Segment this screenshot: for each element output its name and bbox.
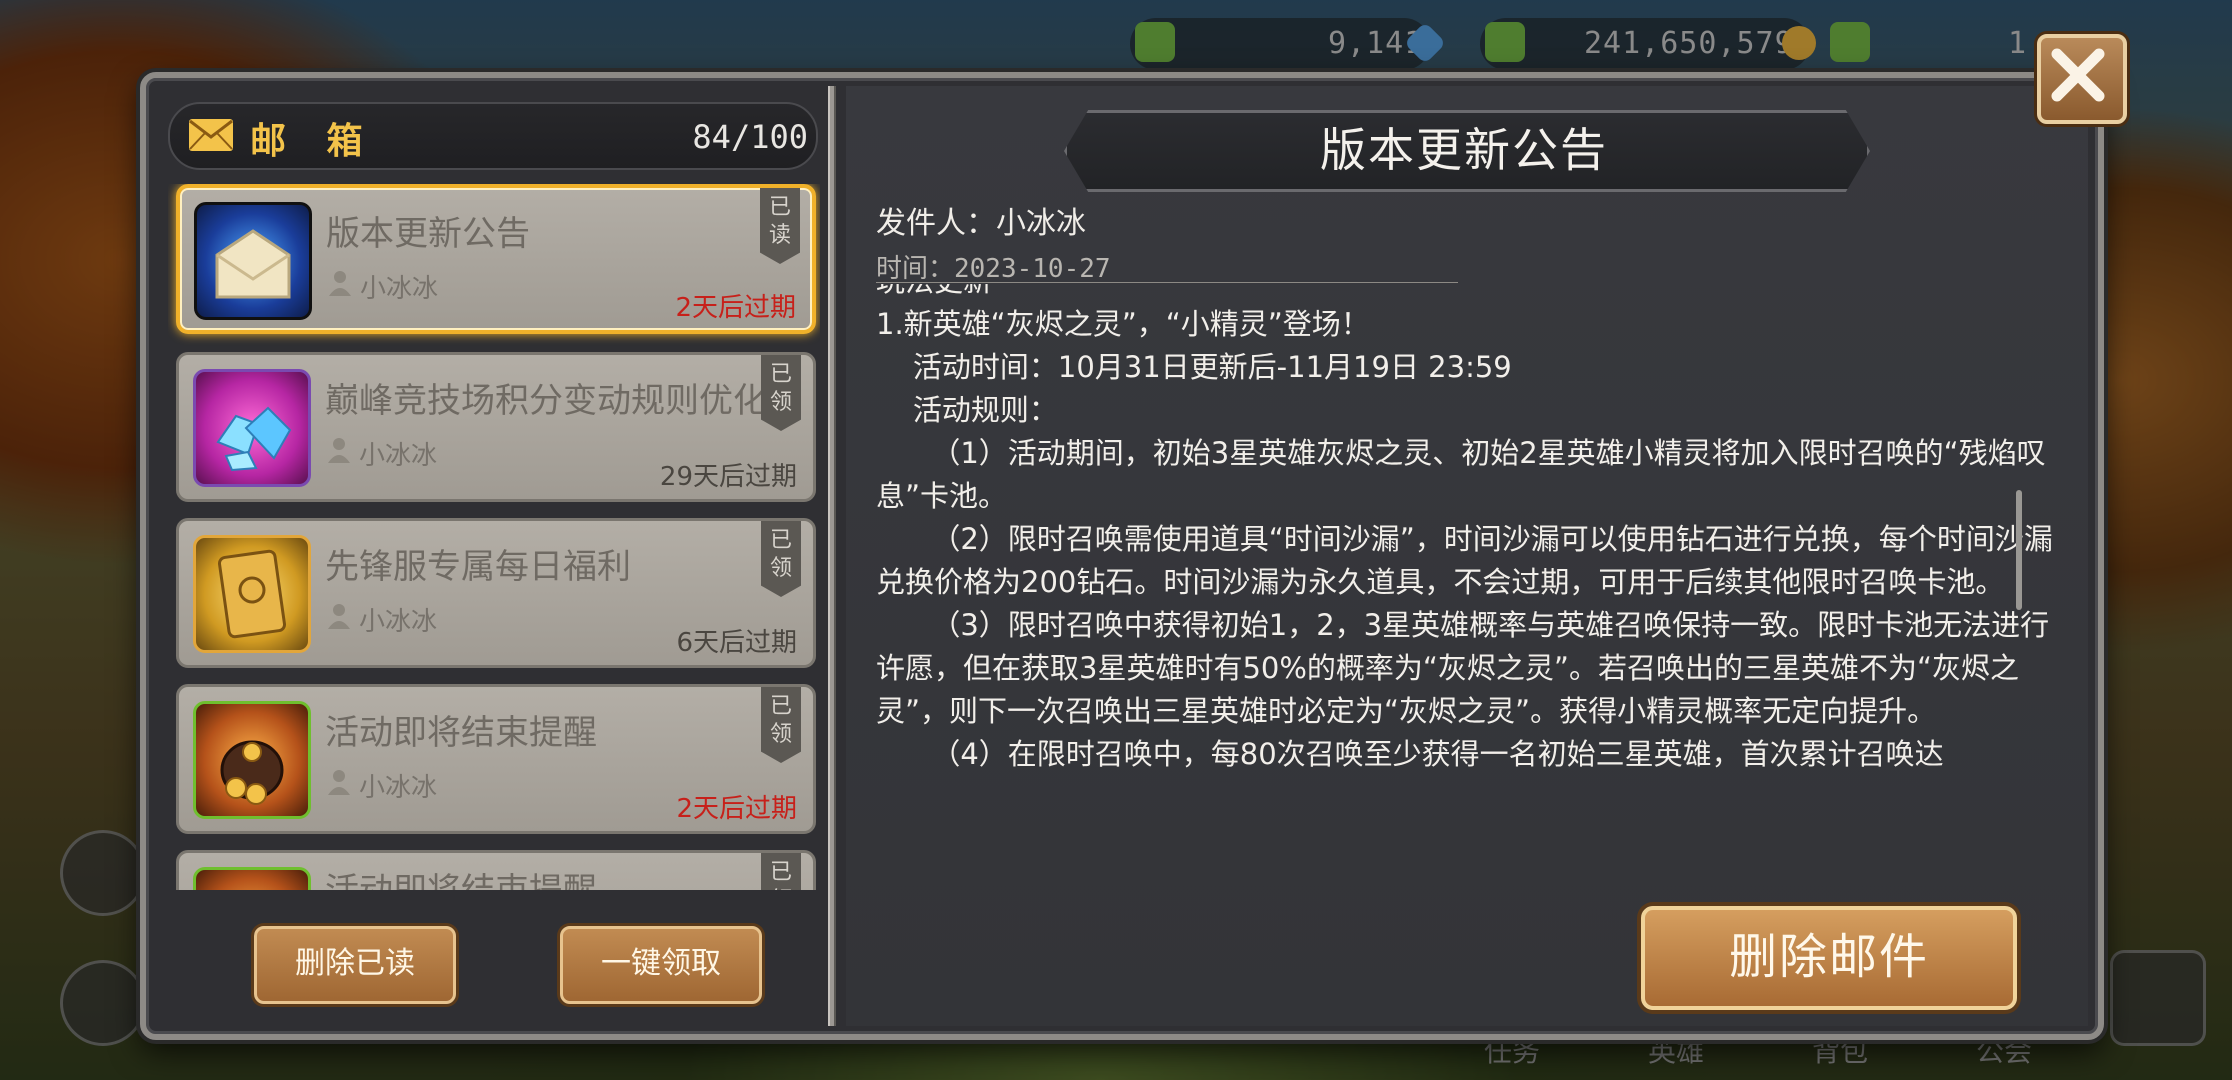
gold-bag-icon xyxy=(193,701,311,819)
gold-bag-icon xyxy=(193,867,311,890)
mail-paragraph: （1）活动期间，初始3星英雄灰烬之灵、初始2星英雄小精灵将加入限时召唤的“残焰叹… xyxy=(876,436,2046,513)
gold-coin-icon xyxy=(1782,26,1816,60)
section-heading: 玩法更新 xyxy=(876,284,2076,303)
claimed-status-badge: 已 领 xyxy=(761,853,801,890)
mail-item-expire: 2天后过期 xyxy=(676,794,797,824)
mail-paragraph: 1.新英雄“灰烬之灵”，“小精灵”登场！ xyxy=(876,307,1370,341)
mailbox-title: 邮 箱 xyxy=(250,121,377,162)
claim-all-button[interactable]: 一键领取 xyxy=(560,926,762,1004)
mail-count: 84/100 xyxy=(692,118,808,156)
sender-icon xyxy=(328,438,350,463)
stamina-amount: 1 xyxy=(2008,26,2028,61)
mail-paragraph: 活动时间：10月31日更新后-11月19日 23:59 xyxy=(876,350,1512,384)
mail-list[interactable]: 版本更新公告 小冰冰 已 读 2天后过期 巅峰竞技场积分变动规则优化 小冰冰 已… xyxy=(168,184,820,890)
mail-list-pane: 邮 箱 84/100 版本更新公告 小冰冰 已 读 2天后过期 巅峰竞技场积分变… xyxy=(158,90,818,1018)
mail-paragraph: （4）在限时召唤中，每80次召唤至少获得一名初始三星英雄，首次累计召唤达 xyxy=(876,737,1944,771)
mail-item-sender: 小冰冰 xyxy=(360,274,439,304)
sender-icon xyxy=(328,604,350,629)
mail-item-expire: 29天后过期 xyxy=(659,462,797,492)
mail-detail-title: 版本更新公告 xyxy=(1320,123,1608,177)
mail-item-arena-rules[interactable]: 巅峰竞技场积分变动规则优化 小冰冰 已 领 29天后过期 xyxy=(176,352,816,502)
next-arrow-icon[interactable] xyxy=(2110,950,2206,1046)
golden-card-icon xyxy=(193,535,311,653)
close-icon xyxy=(2051,48,2105,102)
mail-sender: 发件人：小冰冰 xyxy=(876,206,1086,241)
mail-item-sender: 小冰冰 xyxy=(359,773,438,803)
mail-item-title: 活动即将结束提醒 xyxy=(325,863,765,890)
body-scrollbar[interactable] xyxy=(2016,490,2022,610)
header-divider xyxy=(876,282,1458,283)
mail-item-event-ending[interactable]: 活动即将结束提醒 小冰冰 已 领 2天后过期 xyxy=(176,684,816,834)
mail-body[interactable]: 玩法更新 1.新英雄“灰烬之灵”，“小精灵”登场！ 活动时间：10月31日更新后… xyxy=(876,284,2076,944)
mail-item-title: 活动即将结束提醒 xyxy=(325,713,597,753)
read-status-badge: 已 读 xyxy=(760,188,800,264)
mail-paragraph: （2）限时召唤需使用道具“时间沙漏”，时间沙漏可以使用钻石进行兑换，每个时间沙漏… xyxy=(876,522,2053,599)
mail-item-expire: 2天后过期 xyxy=(675,293,796,323)
mail-item-title: 版本更新公告 xyxy=(326,214,530,254)
mail-paragraph: 活动规则： xyxy=(876,393,1058,427)
mail-item-sender: 小冰冰 xyxy=(359,441,438,471)
mail-item-event-ending-2[interactable]: 活动即将结束提醒 已 领 xyxy=(176,850,816,890)
claimed-status-badge: 已 领 xyxy=(761,687,801,763)
add-stamina-icon[interactable] xyxy=(1830,22,1870,62)
mail-detail-pane: 版本更新公告 发件人：小冰冰 时间：2023-10-27 玩法更新 1.新英雄“… xyxy=(846,86,2088,1026)
mail-item-title: 先锋服专属每日福利 xyxy=(325,547,631,587)
sender-icon xyxy=(328,770,350,795)
claimed-status-badge: 已 领 xyxy=(761,521,801,597)
mail-paragraph: （3）限时召唤中获得初始1，2，3星英雄概率与英雄召唤保持一致。限时卡池无法进行… xyxy=(876,608,2050,728)
chat-icon[interactable] xyxy=(60,960,146,1046)
delete-read-button[interactable]: 删除已读 xyxy=(254,926,456,1004)
mailbox-dialog: 邮 箱 84/100 版本更新公告 小冰冰 已 读 2天后过期 巅峰竞技场积分变… xyxy=(140,72,2104,1040)
mail-shortcut-icon[interactable] xyxy=(60,830,146,916)
add-gold-icon[interactable] xyxy=(1485,22,1525,62)
mail-item-daily-welfare[interactable]: 先锋服专属每日福利 小冰冰 已 领 6天后过期 xyxy=(176,518,816,668)
mailbox-header: 邮 箱 84/100 xyxy=(168,102,818,170)
diamond-pile-icon xyxy=(193,369,311,487)
mail-item-expire: 6天后过期 xyxy=(676,628,797,658)
mail-item-title: 巅峰竞技场积分变动规则优化 xyxy=(325,381,765,421)
envelope-icon xyxy=(189,119,233,151)
mail-item-sender: 小冰冰 xyxy=(359,607,438,637)
gold-amount: 241,650,579 xyxy=(1584,26,1794,61)
sender-icon xyxy=(329,271,351,296)
mail-item-version-notice[interactable]: 版本更新公告 小冰冰 已 读 2天后过期 xyxy=(176,184,816,334)
envelope-icon xyxy=(194,202,312,320)
close-button[interactable] xyxy=(2037,34,2127,124)
mail-time: 时间：2023-10-27 xyxy=(876,254,1111,284)
add-diamond-icon[interactable] xyxy=(1135,22,1175,62)
pane-divider xyxy=(828,86,836,1026)
claimed-status-badge: 已 领 xyxy=(761,355,801,431)
delete-mail-button[interactable]: 删除邮件 xyxy=(1641,906,2017,1010)
